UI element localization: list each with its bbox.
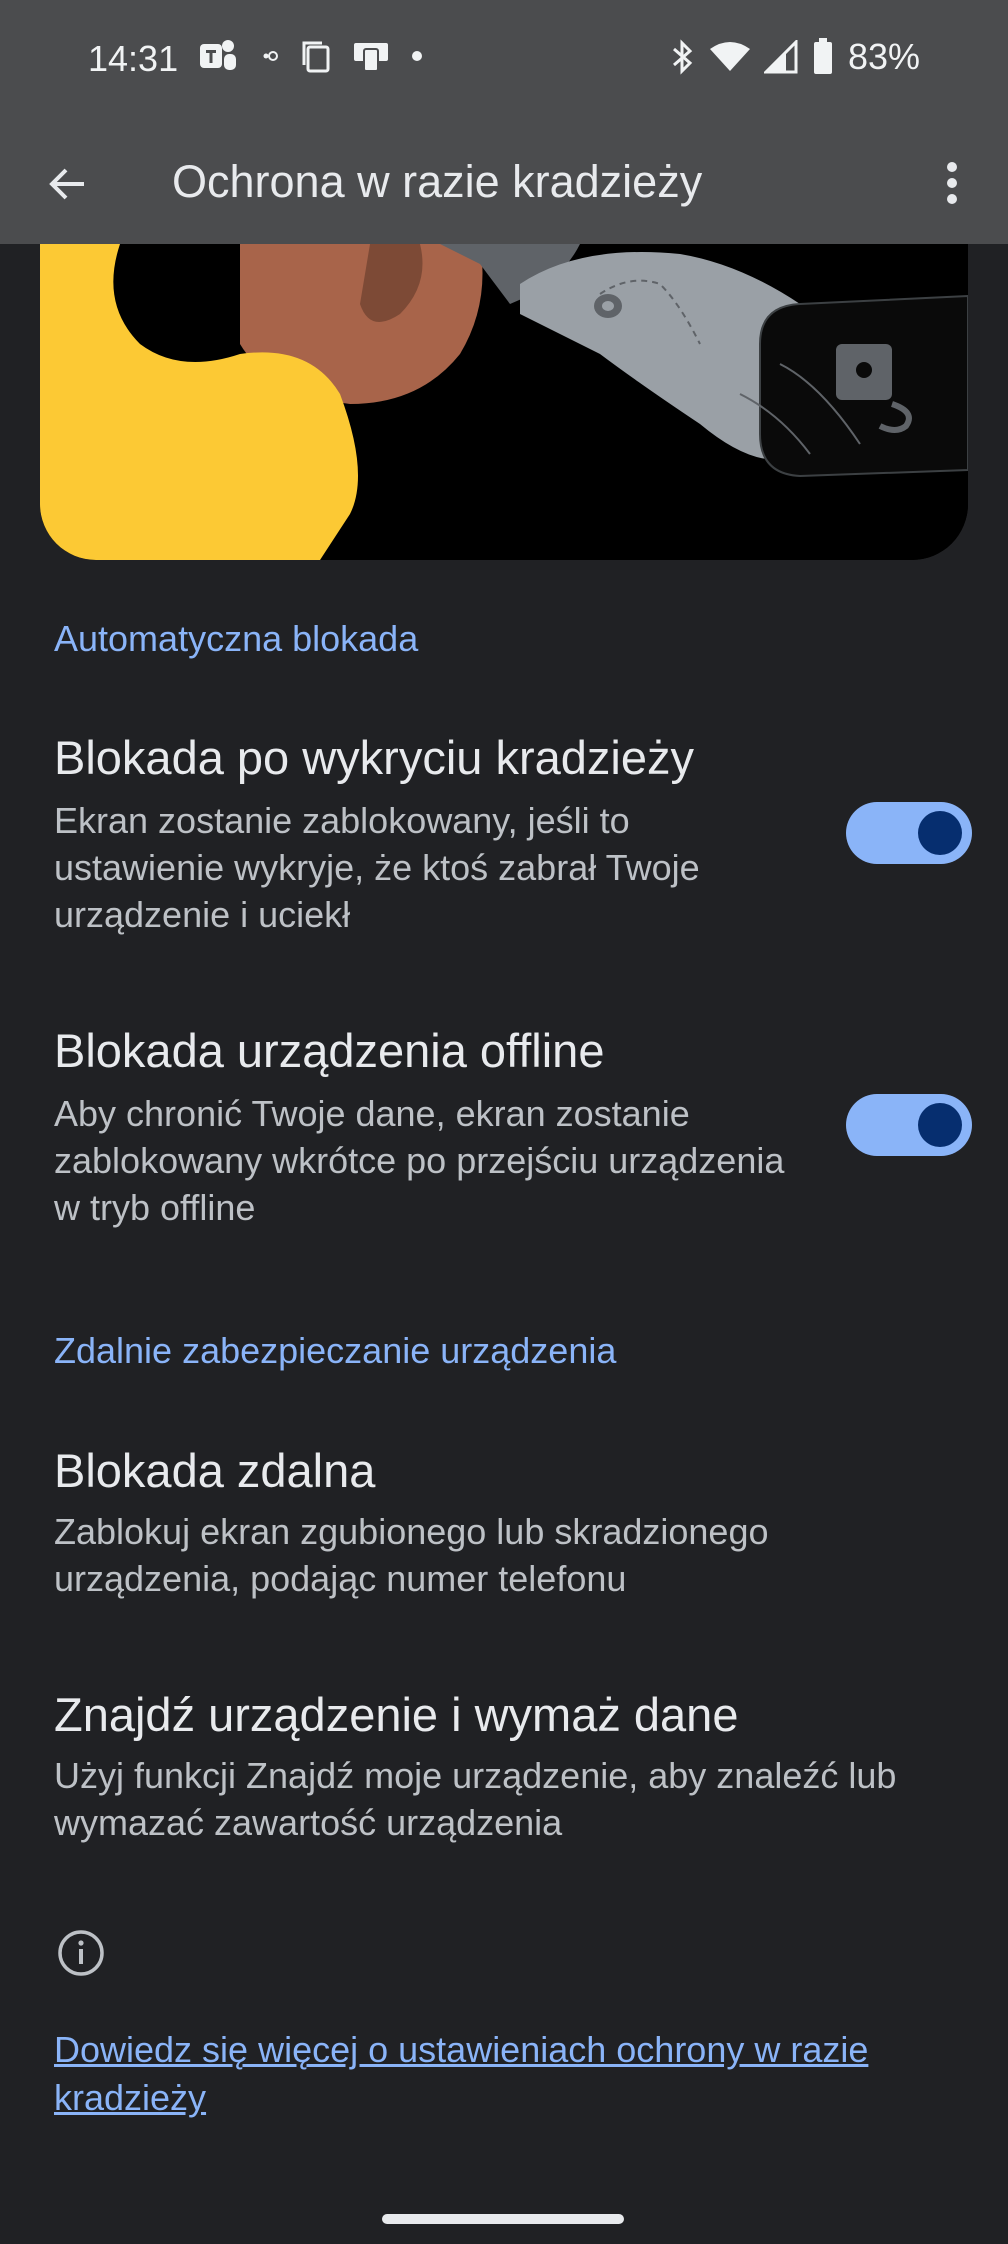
home-indicator[interactable]	[382, 2214, 624, 2224]
info-icon	[58, 1930, 104, 1976]
cast-device-icon	[354, 43, 388, 72]
section-header-remote: Zdalnie zabezpieczanie urządzenia	[54, 1330, 617, 1371]
arrow-back-icon	[49, 168, 84, 200]
copy-icon	[302, 41, 330, 73]
wifi-icon	[709, 42, 750, 71]
offline-lock-toggle[interactable]	[846, 1094, 972, 1156]
battery-icon	[813, 38, 832, 74]
learn-more-link[interactable]: Dowiedz się więcej o ustawieniach ochron…	[54, 2026, 954, 2122]
app-bar: Ochrona w razie kradzieży	[0, 122, 1008, 244]
remote-lock-description: Zablokuj ekran zgubionego lub skradzione…	[54, 1511, 769, 1599]
signal-icon	[763, 40, 798, 74]
status-bar: 14:31 83%	[0, 0, 1008, 122]
more-vert-icon	[947, 162, 957, 204]
status-time: 14:31	[88, 38, 179, 79]
back-button[interactable]	[36, 152, 100, 216]
theft-lock-title: Blokada po wykryciu kradzieży	[54, 731, 694, 784]
toggle-thumb	[918, 811, 962, 855]
teams-icon	[200, 40, 236, 70]
theft-lock-toggle[interactable]	[846, 802, 972, 864]
dot-circle-icon	[263, 51, 278, 61]
offline-lock-description: Aby chronić Twoje dane, ekran zostanie z…	[54, 1093, 785, 1228]
offline-lock-title: Blokada urządzenia offline	[54, 1024, 605, 1077]
page-title: Ochrona w razie kradzieży	[172, 156, 703, 207]
theft-lock-description: Ekran zostanie zablokowany, jeśli to ust…	[54, 800, 700, 935]
find-device-title: Znajdź urządzenie i wymaż dane	[54, 1688, 739, 1741]
section-header-auto-lock: Automatyczna blokada	[54, 618, 419, 659]
dot-icon	[412, 51, 422, 61]
hero-illustration	[40, 244, 968, 560]
remote-lock-title: Blokada zdalna	[54, 1444, 376, 1497]
more-options-button[interactable]	[922, 150, 982, 216]
find-device-description: Użyj funkcji Znajdź moje urządzenie, aby…	[54, 1755, 897, 1843]
battery-percent: 83%	[847, 36, 920, 77]
bluetooth-icon	[672, 39, 693, 75]
toggle-thumb	[918, 1103, 962, 1147]
theft-illustration	[40, 244, 968, 560]
